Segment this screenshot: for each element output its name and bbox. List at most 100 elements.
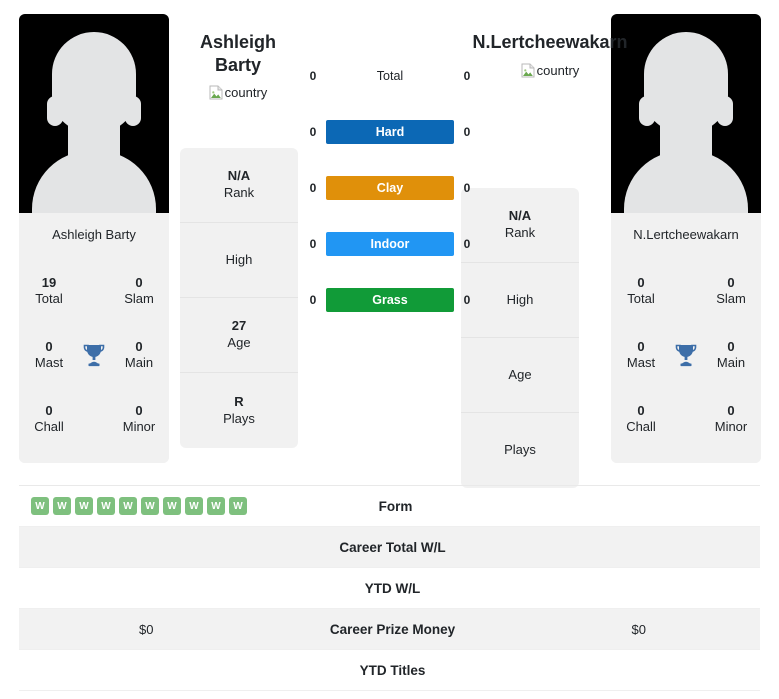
- info-value: 27: [231, 318, 247, 334]
- row-label: Form: [378, 498, 413, 514]
- titles-cell-chall: 0 Chall: [611, 403, 671, 436]
- table-row: WWWWWWWWWW Form: [19, 486, 760, 527]
- titles-label: Minor: [122, 419, 156, 434]
- titles-value: 0: [727, 338, 735, 354]
- form-result-badge[interactable]: W: [229, 497, 247, 515]
- surface-row-total: 0 Total 0: [300, 62, 480, 90]
- titles-cell-main: 0 Main: [701, 339, 761, 372]
- info-label: High: [506, 291, 534, 307]
- player-photo-caption-right: N.Lertcheewakarn: [611, 213, 761, 255]
- form-result-badge[interactable]: W: [141, 497, 159, 515]
- info-label: Rank: [504, 225, 536, 240]
- surface-value-left: 0: [309, 125, 317, 139]
- titles-cell-mast: 0 Mast: [611, 339, 671, 372]
- avatar-ear-right: [717, 96, 733, 126]
- titles-value: 19: [41, 274, 57, 290]
- row-label: YTD Titles: [359, 662, 426, 678]
- titles-row: 0 Chall 0 Minor: [611, 387, 761, 451]
- form-cell-left: WWWWWWWWWW: [19, 497, 271, 515]
- surface-value-right: 0: [463, 181, 471, 195]
- titles-label: Mast: [626, 355, 656, 370]
- titles-cell-main: 0 Main: [109, 339, 169, 372]
- titles-cell-slam: 0 Slam: [701, 275, 761, 308]
- avatar-body: [32, 151, 156, 213]
- surface-label-clay[interactable]: Clay: [326, 176, 454, 200]
- country-flag-right: country: [521, 63, 579, 78]
- player-info-panel-left: N/A Rank High 27 Age R Plays: [180, 148, 298, 448]
- titles-cell-slam: 0 Slam: [109, 275, 169, 308]
- player-photo-caption-left: Ashleigh Barty: [19, 213, 169, 255]
- titles-label: Minor: [714, 419, 748, 434]
- titles-row: 0 Mast 0 Main: [19, 323, 169, 387]
- player-name-line: Barty: [214, 54, 262, 75]
- titles-label: Chall: [34, 419, 64, 434]
- info-value: N/A: [508, 208, 532, 224]
- info-value: N/A: [227, 168, 251, 184]
- titles-value: 0: [727, 274, 735, 290]
- surface-value-right: 0: [463, 125, 471, 139]
- form-result-badge[interactable]: W: [53, 497, 71, 515]
- titles-row: 0 Total 0 Slam: [611, 259, 761, 323]
- form-result-badge[interactable]: W: [31, 497, 49, 515]
- titles-label: Main: [124, 355, 154, 370]
- player-comparison-page: Ashleigh Barty 19 Total 0 Slam 0 Mast 0 …: [0, 0, 779, 699]
- titles-grid-right: 0 Total 0 Slam 0 Mast 0 Main 0 Chall 0 M…: [611, 255, 761, 463]
- surface-label-indoor[interactable]: Indoor: [326, 232, 454, 256]
- titles-row: 19 Total 0 Slam: [19, 259, 169, 323]
- trophy-icon: [671, 343, 701, 367]
- table-row: Career Total W/L: [19, 527, 760, 568]
- table-row: YTD Titles: [19, 650, 760, 691]
- titles-cell-minor: 0 Minor: [109, 403, 169, 436]
- form-result-badge[interactable]: W: [75, 497, 93, 515]
- surface-value-left: 0: [309, 181, 317, 195]
- titles-value: 0: [727, 402, 735, 418]
- form-result-badge[interactable]: W: [185, 497, 203, 515]
- surface-label-hard[interactable]: Hard: [326, 120, 454, 144]
- table-row: $0 Career Prize Money $0: [19, 609, 760, 650]
- country-alt-text: country: [224, 85, 268, 101]
- form-result-badge[interactable]: W: [119, 497, 137, 515]
- surface-stats-stack: 0 Total 0 0 Hard 0 0 Clay 0 0 Indoor 0 0: [300, 62, 480, 314]
- row-label: Career Total W/L: [339, 539, 446, 555]
- titles-label: Total: [627, 291, 655, 306]
- titles-grid-left: 19 Total 0 Slam 0 Mast 0 Main 0 Chall 0 …: [19, 255, 169, 463]
- titles-value: 0: [135, 402, 143, 418]
- titles-cell-total: 19 Total: [19, 275, 79, 308]
- titles-label: Total: [35, 291, 63, 306]
- country-flag-left: country: [209, 85, 268, 101]
- titles-row: 0 Mast 0 Main: [611, 323, 761, 387]
- row-value-left: $0: [139, 621, 154, 637]
- titles-value: 0: [135, 274, 143, 290]
- info-cell-rank: N/A Rank: [180, 148, 298, 223]
- trophy-icon: [79, 343, 109, 367]
- surface-label-total: Total: [376, 69, 404, 83]
- info-label: Age: [508, 366, 532, 382]
- info-cell-age: 27 Age: [180, 298, 298, 373]
- avatar-ear-left: [47, 96, 63, 126]
- info-label: High: [225, 251, 253, 267]
- titles-cell-total: 0 Total: [611, 275, 671, 308]
- avatar-ear-right: [125, 96, 141, 126]
- surface-label-grass[interactable]: Grass: [326, 288, 454, 312]
- form-result-badge[interactable]: W: [97, 497, 115, 515]
- form-result-badge[interactable]: W: [163, 497, 181, 515]
- info-value: R: [234, 393, 244, 409]
- surface-row-grass: 0 Grass 0: [300, 286, 480, 314]
- titles-cell-minor: 0 Minor: [701, 403, 761, 436]
- titles-value: 0: [45, 338, 53, 354]
- row-label: YTD W/L: [364, 580, 421, 596]
- player-name-line: Ashleigh: [199, 32, 276, 52]
- titles-label: Slam: [124, 291, 154, 306]
- row-value-right: $0: [631, 621, 646, 637]
- info-cell-plays: Plays: [461, 413, 579, 488]
- table-row: YTD W/L: [19, 568, 760, 609]
- titles-label: Mast: [34, 355, 64, 370]
- surface-value-left: 0: [309, 293, 317, 307]
- form-result-badge[interactable]: W: [207, 497, 225, 515]
- info-label: Rank: [223, 185, 255, 200]
- titles-value: 0: [637, 402, 645, 418]
- titles-cell-mast: 0 Mast: [19, 339, 79, 372]
- info-cell-plays: R Plays: [180, 373, 298, 448]
- titles-label: Chall: [626, 419, 656, 434]
- player-card-left: Ashleigh Barty 19 Total 0 Slam 0 Mast 0 …: [19, 14, 169, 463]
